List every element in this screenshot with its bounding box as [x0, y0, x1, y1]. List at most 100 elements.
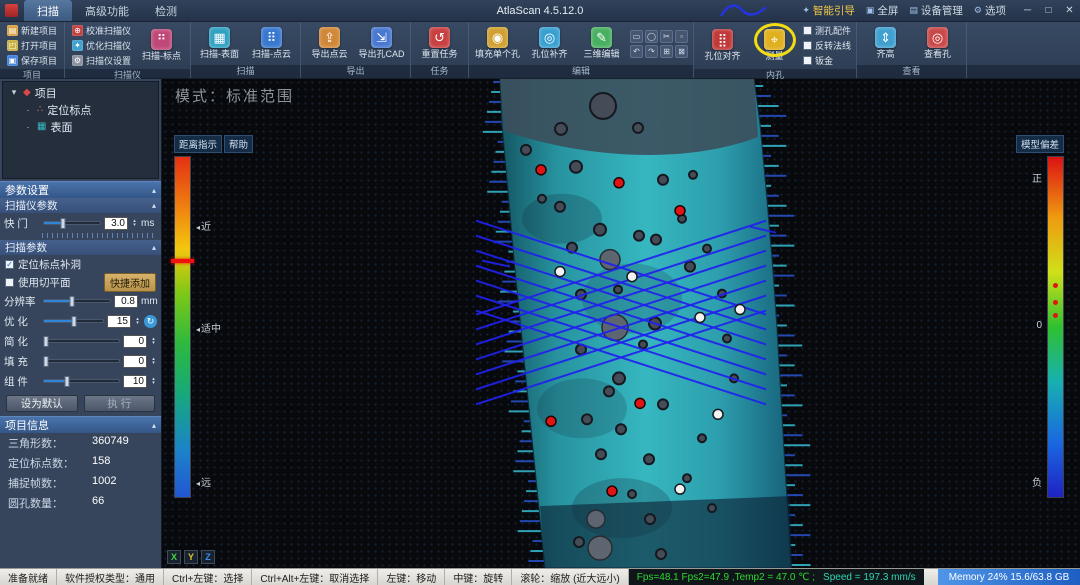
collapse-icon[interactable]: ▴	[152, 421, 156, 430]
options-button[interactable]: ⚙选项	[974, 3, 1006, 18]
marker-hole-fill-checkbox[interactable]: ✓	[5, 260, 14, 269]
expander-icon[interactable]: ▾	[9, 87, 19, 98]
execute-button[interactable]: 执 行	[84, 395, 156, 412]
component-spinner[interactable]: ▴▾	[150, 377, 157, 385]
device-manager-button[interactable]: ▤设备管理	[909, 3, 963, 18]
component-slider-thumb[interactable]	[64, 376, 69, 387]
info-hole-count-label: 圆孔数量：	[8, 495, 92, 511]
edit-tool-4-button[interactable]: ↶	[630, 45, 643, 58]
fullscreen-button[interactable]: ▣全屏	[866, 3, 899, 18]
tree-item-project[interactable]: ▾◆项目	[3, 84, 158, 101]
scan-pointcloud-button[interactable]: ⠿扫描-点云	[248, 27, 295, 59]
scan-mesh[interactable]	[162, 79, 1080, 568]
shutter-slider-thumb[interactable]	[61, 218, 66, 229]
use-cut-plane-checkbox[interactable]	[5, 278, 14, 287]
deviation-gauge: 模型偏差 正 0 负	[1016, 135, 1064, 498]
export-hole-cad-button[interactable]: ⇲导出孔CAD	[358, 27, 405, 59]
scan-markers-button[interactable]: ⠛扫描-标点	[138, 29, 185, 61]
fill-slider[interactable]	[43, 359, 120, 363]
edit-tool-5-button[interactable]: ↷	[645, 45, 658, 58]
open-project-button[interactable]: ◰打开项目	[5, 39, 59, 52]
hole-probe-accessory-checkbox[interactable]: 测孔配件	[803, 24, 851, 37]
measure-button[interactable]: ⌖测量	[751, 29, 798, 61]
ribbon-group-scan: ▦扫描-表面⠿扫描-点云扫描	[191, 22, 301, 78]
close-button[interactable]: ✕	[1059, 5, 1080, 16]
simplify-slider[interactable]	[43, 339, 120, 343]
axis-y-button[interactable]: Y	[184, 550, 198, 564]
simplify-slider-thumb[interactable]	[44, 336, 49, 347]
reset-task-button[interactable]: ↺重置任务	[416, 27, 463, 59]
calibrate-scanner-button[interactable]: ⊕校准扫描仪	[70, 24, 133, 37]
shutter-value[interactable]: 3.0	[104, 217, 128, 230]
quick-add-button[interactable]: 快捷添加	[104, 273, 156, 292]
distance-gauge-help-button[interactable]: 帮助	[224, 135, 253, 153]
resolution-value[interactable]: 0.8	[114, 295, 138, 308]
tab-advanced[interactable]: 高级功能	[72, 0, 142, 21]
smart-guide-button[interactable]: ✦智能引导	[802, 3, 855, 18]
refresh-icon[interactable]: ↻	[144, 315, 157, 328]
edit-tool-3-button[interactable]: ▫	[675, 30, 688, 43]
fill-slider-thumb[interactable]	[44, 356, 49, 367]
edit-tool-1-button[interactable]: ◯	[645, 30, 658, 43]
calibrate-scanner-icon: ⊕	[72, 25, 83, 36]
scan-surface-button[interactable]: ▦扫描-表面	[196, 27, 243, 59]
simplify-value[interactable]: 0	[123, 335, 147, 348]
titlebar-actions: ✦智能引导 ▣全屏 ▤设备管理 ⚙选项	[802, 3, 1011, 18]
optimize-slider[interactable]	[43, 319, 104, 323]
component-slider[interactable]	[43, 379, 120, 383]
statusbar: 准备就绪软件授权类型：通用Ctrl+左键：选择Ctrl+Alt+左键：取消选择左…	[0, 568, 1080, 585]
fill-value[interactable]: 0	[123, 355, 147, 368]
hint-select: Ctrl+左键：选择	[164, 569, 252, 585]
optimize-value[interactable]: 15	[107, 315, 131, 328]
maximize-button[interactable]: □	[1038, 5, 1059, 16]
optimize-scanner-button[interactable]: ✦优化扫描仪	[70, 39, 133, 52]
component-value[interactable]: 10	[123, 375, 147, 388]
scanner-params-header[interactable]: 扫描仪参数 ▴	[0, 198, 161, 213]
optimize-spinner[interactable]: ▴▾	[134, 317, 141, 325]
deviation-label-pos: 正	[1032, 170, 1042, 185]
params-header[interactable]: 参数设置 ▴	[0, 181, 161, 198]
smart-guide-icon: ✦	[802, 5, 810, 16]
shutter-slider[interactable]	[43, 221, 101, 225]
tree-item-surface[interactable]: ·▦表面	[3, 118, 158, 135]
minimize-button[interactable]: ─	[1017, 5, 1038, 16]
scan-params-header[interactable]: 扫描参数 ▴	[0, 240, 161, 255]
fill-single-hole-button[interactable]: ◉填充单个孔	[474, 27, 521, 59]
set-default-button[interactable]: 设为默认	[6, 395, 78, 412]
hole-patch-button[interactable]: ◎孔位补齐	[526, 27, 573, 59]
flip-normals-checkbox[interactable]: 反转法线	[803, 39, 851, 52]
speed-text: Speed = 197.3 mm/s	[823, 572, 916, 583]
new-project-button[interactable]: ▤新建项目	[5, 24, 59, 37]
optimize-slider-thumb[interactable]	[71, 316, 76, 327]
edit-tool-6-button[interactable]: ⊞	[660, 45, 673, 58]
tab-inspect[interactable]: 检测	[142, 0, 190, 21]
scanner-settings-button[interactable]: ⚙扫描仪设置	[70, 54, 133, 67]
tree-item-markers[interactable]: ·∴定位标点	[3, 101, 158, 118]
tab-scan[interactable]: 扫描	[24, 0, 72, 21]
save-project-button[interactable]: ▣保存项目	[5, 54, 59, 67]
collapse-icon[interactable]: ▴	[152, 201, 156, 210]
edit-tool-7-button[interactable]: ⊠	[675, 45, 688, 58]
edit-tool-2-button[interactable]: ✂	[660, 30, 673, 43]
sheet-metal-checkbox[interactable]: 钣金	[803, 54, 851, 67]
view-holes-button[interactable]: ◎查看孔	[914, 27, 961, 59]
measure-icon: ⌖	[764, 29, 785, 50]
hole-alignment-button[interactable]: ⣿孔位对齐	[699, 29, 746, 61]
resolution-slider[interactable]	[43, 299, 111, 303]
simplify-spinner[interactable]: ▴▾	[150, 337, 157, 345]
hole-patch-icon: ◎	[539, 27, 560, 48]
edit-3d-button[interactable]: ✎三维编辑	[578, 27, 625, 59]
collapse-icon[interactable]: ▴	[152, 243, 156, 252]
fill-spinner[interactable]: ▴▾	[150, 357, 157, 365]
project-info-header[interactable]: 项目信息 ▴	[0, 416, 161, 433]
export-pointcloud-button[interactable]: ⇪导出点云	[306, 27, 353, 59]
shutter-spinner[interactable]: ▴▾	[131, 219, 138, 227]
edit-tool-0-button[interactable]: ▭	[630, 30, 643, 43]
resolution-slider-thumb[interactable]	[69, 296, 74, 307]
collapse-icon[interactable]: ▴	[152, 186, 156, 195]
axis-z-button[interactable]: Z	[201, 550, 215, 564]
flip-normals-checkbox-icon	[803, 41, 812, 50]
axis-x-button[interactable]: X	[167, 550, 181, 564]
align-height-button[interactable]: ⇕齐高	[862, 27, 909, 59]
viewport-3d[interactable]: 模式：标准范围	[162, 79, 1080, 568]
